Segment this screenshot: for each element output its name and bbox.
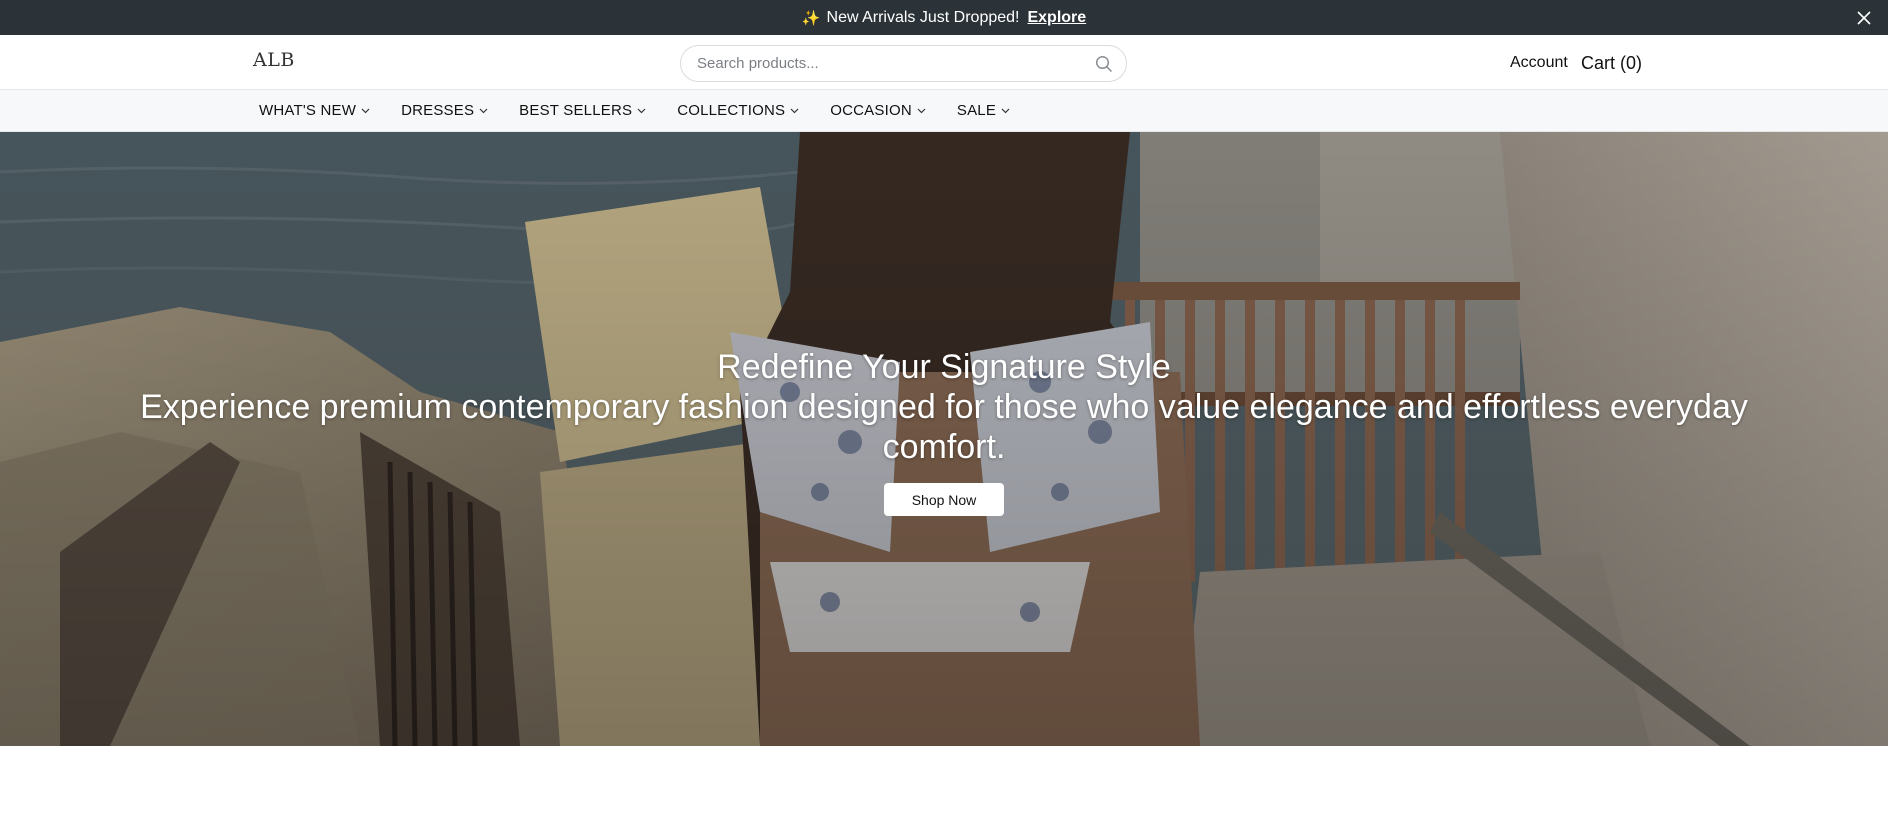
nav-item-dresses[interactable]: DRESSES — [401, 102, 489, 119]
announcement-message: New Arrivals Just Dropped! — [826, 8, 1020, 26]
nav-item-label: WHAT'S NEW — [259, 102, 357, 119]
nav-item-sale[interactable]: SALE — [957, 102, 1011, 119]
chevron-down-icon — [790, 106, 800, 116]
nav-item-label: BEST SELLERS — [519, 102, 633, 119]
nav-item-label: OCCASION — [830, 102, 912, 119]
nav-item-collections[interactable]: COLLECTIONS — [677, 102, 800, 119]
nav-item-best-sellers[interactable]: BEST SELLERS — [519, 102, 647, 119]
account-link[interactable]: Account — [1510, 54, 1568, 72]
site-header: ALB Account Cart (0) — [0, 35, 1888, 90]
nav-item-label: COLLECTIONS — [677, 102, 786, 119]
main-nav: WHAT'S NEW DRESSES BEST SELLERS COLLECTI… — [0, 90, 1888, 132]
chevron-down-icon — [637, 106, 647, 116]
close-icon — [1857, 11, 1871, 25]
search-icon[interactable] — [1094, 54, 1114, 74]
search-bar — [680, 45, 1127, 82]
explore-link[interactable]: Explore — [1027, 9, 1086, 27]
chevron-down-icon — [917, 106, 927, 116]
hero-banner: Redefine Your Signature Style Experience… — [0, 132, 1888, 746]
nav-item-occasion[interactable]: OCCASION — [830, 102, 927, 119]
cart-link[interactable]: Cart (0) — [1581, 53, 1642, 74]
hero-title: Redefine Your Signature Style — [717, 348, 1171, 386]
nav-item-label: DRESSES — [401, 102, 475, 119]
hero-subtitle: Experience premium contemporary fashion … — [140, 388, 1748, 466]
chevron-down-icon — [479, 106, 489, 116]
hero-content: Redefine Your Signature Style Experience… — [0, 347, 1888, 516]
search-input[interactable] — [697, 55, 1094, 72]
announcement-bar: ✨ New Arrivals Just Dropped! Explore — [0, 0, 1888, 35]
shop-now-button[interactable]: Shop Now — [884, 483, 1004, 516]
close-announcement-button[interactable] — [1854, 8, 1874, 28]
nav-item-whats-new[interactable]: WHAT'S NEW — [259, 102, 371, 119]
chevron-down-icon — [361, 106, 371, 116]
nav-item-label: SALE — [956, 102, 997, 119]
chevron-down-icon — [1001, 106, 1011, 116]
brand-logo[interactable]: ALB — [253, 49, 295, 71]
sparkle-icon: ✨ — [801, 9, 821, 27]
